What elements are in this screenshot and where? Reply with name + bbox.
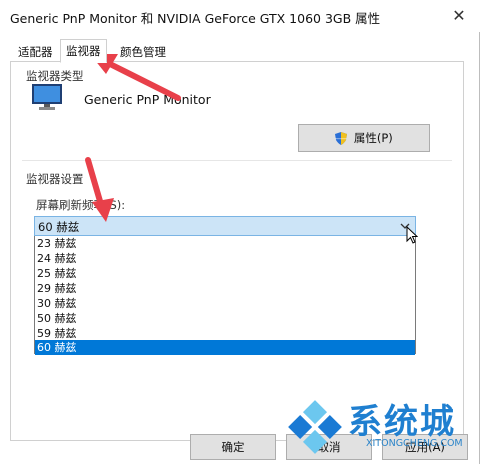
cancel-button[interactable]: 取消 [286,434,372,460]
tab-monitor[interactable]: 监视器 [60,39,107,63]
properties-button-label: 属性(P) [353,131,393,145]
refresh-rate-label: 屏幕刷新频率(S): [36,198,126,212]
refresh-option[interactable]: 59 赫兹 [35,326,415,341]
window-title: Generic PnP Monitor 和 NVIDIA GeForce GTX… [10,11,381,26]
shield-icon [335,132,348,145]
mouse-cursor-icon [406,226,418,244]
refresh-option[interactable]: 23 赫兹 [35,236,415,251]
tab-strip: 适配器 监视器 颜色管理 [10,39,470,63]
tab-color-management[interactable]: 颜色管理 [114,41,172,63]
monitor-name: Generic PnP Monitor [84,92,211,107]
close-icon[interactable]: ✕ [448,5,470,27]
refresh-option[interactable]: 50 赫兹 [35,311,415,326]
refresh-rate-options-list[interactable]: 23 赫兹 24 赫兹 25 赫兹 29 赫兹 30 赫兹 50 赫兹 59 赫… [34,236,416,355]
group-divider [22,160,452,161]
properties-button[interactable]: 属性(P) [298,124,430,152]
monitor-icon [32,84,62,110]
refresh-option[interactable]: 25 赫兹 [35,266,415,281]
refresh-option[interactable]: 30 赫兹 [35,296,415,311]
refresh-rate-dropdown[interactable]: 60 赫兹 [34,216,416,236]
refresh-rate-selected-value: 60 赫兹 [38,220,80,234]
monitor-settings-group-label: 监视器设置 [26,172,84,186]
ok-button[interactable]: 确定 [190,434,276,460]
monitor-properties-dialog: Generic PnP Monitor 和 NVIDIA GeForce GTX… [0,0,480,464]
title-bar: Generic PnP Monitor 和 NVIDIA GeForce GTX… [0,0,480,32]
refresh-option[interactable]: 24 赫兹 [35,251,415,266]
refresh-option[interactable]: 29 赫兹 [35,281,415,296]
apply-button[interactable]: 应用(A) [382,434,468,460]
tab-adapter[interactable]: 适配器 [12,41,59,63]
refresh-option-highlighted[interactable]: 60 赫兹 [35,340,415,355]
